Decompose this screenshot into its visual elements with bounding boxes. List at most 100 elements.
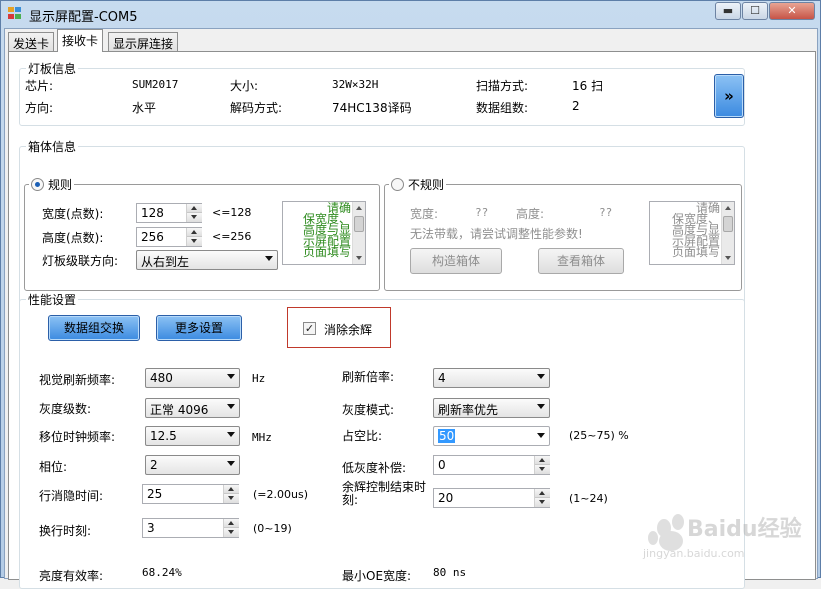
phase-value: 2: [150, 458, 158, 472]
window-title: 显示屏配置-COM5: [29, 10, 138, 25]
height-hint: <=256: [212, 230, 252, 243]
cabinet-info-group: 箱体信息 规则 宽度(点数): 128 <=128 高度(点数): 256 <=…: [19, 138, 745, 308]
chevron-down-icon: [227, 432, 235, 437]
spin-up-icon[interactable]: [187, 228, 202, 237]
more-settings-button[interactable]: 更多设置: [156, 315, 242, 341]
chevron-down-icon: [227, 404, 235, 409]
line-switch-value: 3: [147, 521, 155, 535]
note-scrollbar[interactable]: [352, 202, 365, 264]
afterglow-value: 20: [438, 491, 454, 505]
irregular-width-value: ??: [475, 206, 489, 219]
receive-card-page: 灯板信息 芯片: SUM2017 大小: 32W×32H 扫描方式: 16 扫 …: [8, 51, 816, 589]
phase-select[interactable]: 2: [145, 455, 240, 475]
gray-level-value: 正常 4096: [150, 403, 209, 417]
load-warning: 无法带载，请尝试调整性能参数!: [410, 227, 583, 241]
decode-value: 74HC138译码: [332, 101, 412, 115]
minimize-button[interactable]: ▬: [715, 2, 741, 20]
afterglow-spinner[interactable]: 20: [433, 488, 550, 508]
width-value: 128: [141, 206, 164, 220]
chevron-down-icon: [227, 461, 235, 466]
tab-send-card[interactable]: 发送卡: [8, 32, 55, 52]
height-value: 256: [141, 230, 164, 244]
spin-down-icon[interactable]: [224, 494, 239, 503]
cascade-direction-select[interactable]: 从右到左: [136, 250, 278, 270]
efficiency-value: 68.24%: [142, 566, 182, 579]
blanking-hint: (=2.00us): [253, 488, 308, 501]
app-icon: [8, 7, 22, 20]
tab-receive-card[interactable]: 接收卡: [57, 29, 104, 52]
irregular-width-label: 宽度:: [410, 207, 439, 221]
blanking-spinner[interactable]: 25: [142, 484, 239, 504]
low-gray-spinner[interactable]: 0: [433, 455, 550, 475]
direction-value: 水平: [132, 101, 157, 115]
shift-clock-select[interactable]: 12.5: [145, 426, 240, 446]
regular-title: 规则: [29, 176, 75, 193]
min-oe-value: 80 ns: [433, 566, 467, 579]
regular-radio[interactable]: [31, 178, 44, 191]
shift-clock-label: 移位时钟频率:: [39, 430, 116, 444]
spin-down-icon[interactable]: [187, 213, 202, 222]
maximize-button[interactable]: ☐: [742, 2, 768, 20]
gray-level-select[interactable]: 正常 4096: [145, 398, 240, 418]
swap-data-group-button[interactable]: 数据组交换: [48, 315, 140, 341]
refresh-unit: Hz: [252, 372, 266, 385]
line-switch-spinner[interactable]: 3: [142, 518, 239, 538]
spin-down-icon[interactable]: [187, 237, 202, 246]
irregular-height-label: 高度:: [516, 207, 545, 221]
shift-clock-unit: MHz: [252, 431, 272, 444]
note-scrollbar[interactable]: [721, 202, 734, 264]
cascade-label: 灯板级联方向:: [42, 254, 119, 268]
duty-select[interactable]: 50: [433, 426, 550, 446]
irregular-radio[interactable]: [391, 178, 404, 191]
ghost-checkbox[interactable]: ✓: [303, 322, 316, 335]
regular-cabinet-panel: 规则 宽度(点数): 128 <=128 高度(点数): 256 <=256 灯…: [24, 176, 380, 291]
width-label: 宽度(点数):: [42, 207, 104, 221]
scan-value: 16 扫: [572, 79, 604, 93]
baidu-watermark: Baidu经验 jingyan.baidu.com: [633, 507, 802, 569]
height-label: 高度(点数):: [42, 231, 104, 245]
board-more-button[interactable]: »: [714, 74, 744, 118]
client-area: 发送卡 接收卡 显示屏连接 灯板信息 芯片: SUM2017 大小: 32W×3…: [4, 28, 818, 589]
regular-note-box[interactable]: 请确 保宽度、 高度与显 示屏配置 页面填写: [282, 201, 366, 265]
spin-up-icon[interactable]: [187, 204, 202, 213]
chevron-down-icon: [537, 404, 545, 409]
scan-label: 扫描方式:: [476, 79, 529, 93]
size-value: 32W×32H: [332, 78, 379, 91]
duty-value: 50: [438, 429, 456, 443]
irregular-label: 不规则: [408, 178, 445, 192]
close-button[interactable]: ✕: [769, 2, 815, 20]
view-cabinet-button[interactable]: 查看箱体: [538, 248, 624, 274]
width-spinner[interactable]: 128: [136, 203, 202, 223]
chevron-down-icon: [537, 374, 545, 379]
multiplier-select[interactable]: 4: [433, 368, 550, 388]
chevron-down-icon: [537, 433, 545, 438]
afterglow-label: 余辉控制结束时 刻:: [342, 480, 427, 507]
low-gray-label: 低灰度补偿:: [342, 461, 407, 475]
spin-up-icon[interactable]: [535, 456, 550, 465]
direction-label: 方向:: [25, 101, 54, 115]
gray-mode-value: 刷新率优先: [438, 403, 499, 417]
chip-label: 芯片:: [25, 79, 54, 93]
cascade-value: 从右到左: [141, 255, 190, 269]
blanking-label: 行消隐时间:: [39, 489, 104, 503]
title-bar[interactable]: 显示屏配置-COM5 ▬ ☐ ✕: [1, 1, 821, 27]
spin-up-icon[interactable]: [224, 519, 239, 528]
line-switch-hint: (0~19): [253, 522, 292, 535]
spin-down-icon[interactable]: [224, 528, 239, 537]
height-spinner[interactable]: 256: [136, 227, 202, 247]
refresh-select[interactable]: 480: [145, 368, 240, 388]
multiplier-label: 刷新倍率:: [342, 370, 395, 384]
spin-up-icon[interactable]: [224, 485, 239, 494]
spin-down-icon[interactable]: [535, 465, 550, 474]
gray-mode-select[interactable]: 刷新率优先: [433, 398, 550, 418]
irregular-note-box[interactable]: 请确 保宽度、 高度与显 示屏配置 页面填写: [649, 201, 735, 265]
duty-label: 占空比:: [342, 429, 383, 443]
regular-note-text: 请确 保宽度、 高度与显 示屏配置 页面填写: [302, 201, 351, 259]
spin-down-icon[interactable]: [535, 498, 550, 507]
tab-screen-connection[interactable]: 显示屏连接: [108, 32, 179, 52]
decode-label: 解码方式:: [230, 101, 283, 115]
build-cabinet-button[interactable]: 构造箱体: [410, 248, 502, 274]
spin-up-icon[interactable]: [535, 489, 550, 498]
watermark-brand: Baidu经验: [687, 517, 802, 542]
efficiency-label: 亮度有效率:: [39, 569, 104, 583]
